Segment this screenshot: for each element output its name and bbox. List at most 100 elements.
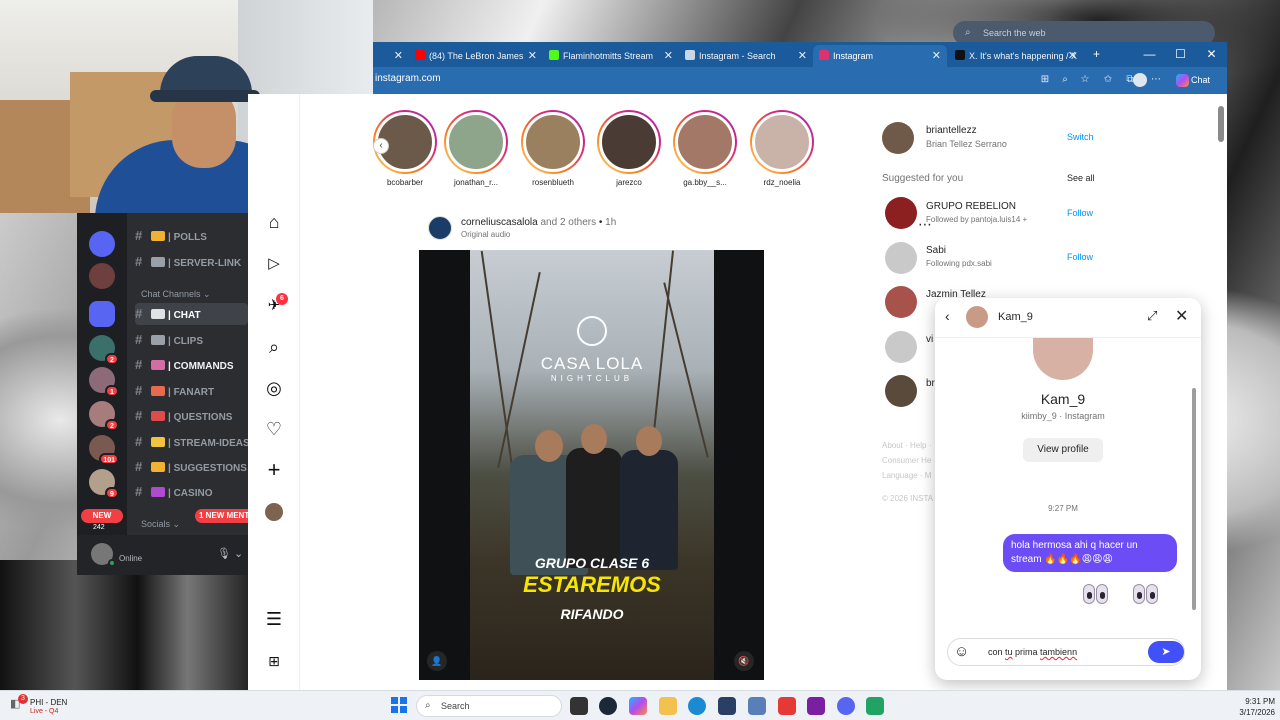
maximize-button[interactable]: ☐ [1165,42,1196,67]
tab-youtube[interactable]: (84) The LeBron James ✕ [409,45,543,67]
close-tab-icon[interactable]: ✕ [528,45,537,67]
explore-icon[interactable]: ◎ [262,376,286,400]
copilot-icon[interactable] [629,697,647,715]
avatar[interactable] [428,216,452,240]
tab-instagram[interactable]: Instagram ✕ [813,45,947,67]
apps-icon[interactable]: ⊞ [262,649,286,673]
file-explorer-icon[interactable] [659,697,677,715]
microphone-icon[interactable]: 🎙 ⌄ [217,547,243,560]
discord-server-icon[interactable] [89,301,115,327]
profile-avatar[interactable] [265,503,283,521]
windows-start-icon[interactable] [391,697,407,713]
suggestion-name[interactable]: Sabi [926,245,946,256]
discord-server-icon[interactable]: 1 [89,367,119,397]
post-username[interactable]: corneliuscasalola and 2 others • 1h [461,217,616,228]
close-window-button[interactable]: ✕ [1196,42,1227,67]
task-view-icon[interactable] [570,697,588,715]
discord-server-icon[interactable]: 2 [89,335,119,365]
footer-line[interactable]: About · Help · [882,438,931,453]
menu-icon[interactable]: ☰ [262,607,286,631]
expand-icon[interactable]: ⤢ [1147,308,1157,324]
dm-scrollbar[interactable] [1191,340,1197,620]
app-available-icon[interactable]: ⊞ [1037,72,1053,88]
channel-chat[interactable]: # | CHAT [135,303,248,325]
minimize-button[interactable]: — [1134,42,1165,67]
sports-widget[interactable]: ◧ 3 PHI - DEN Live - Q4 [10,694,100,719]
eyes-emoji-icon[interactable] [1133,584,1169,612]
discord-server-icon[interactable]: 101 [89,435,119,465]
suggestion-name[interactable]: GRUPO REBELION [926,201,1016,212]
avatar[interactable] [966,306,988,328]
avatar[interactable] [885,286,917,318]
dm-scroll-thumb[interactable] [1192,388,1196,610]
search-icon[interactable]: ⌕ [262,335,286,359]
favorite-star-icon[interactable]: ☆ [1077,72,1093,88]
footer-line[interactable]: Language · M [882,468,931,483]
view-profile-button[interactable]: View profile [1023,438,1103,462]
profile-username[interactable]: briantellezz [926,125,977,136]
tab-instagram-search[interactable]: Instagram - Search ✕ [679,45,813,67]
story-item[interactable]: jarezco [597,110,661,187]
close-icon[interactable]: ✕ [1175,306,1188,326]
tab-kick[interactable]: Flaminhotmitts Stream ✕ [543,45,679,67]
channel-polls[interactable]: # | POLLS [135,225,248,247]
discord-server-icon[interactable]: 2 [89,401,119,431]
edge-icon[interactable] [688,697,706,715]
avatar[interactable] [885,242,917,274]
avatar[interactable] [885,197,917,229]
app-icon[interactable] [866,697,884,715]
user-tag-icon[interactable]: 👤 [427,651,447,671]
clipchamp-icon[interactable] [807,697,825,715]
store-icon[interactable] [718,697,736,715]
home-icon[interactable]: ⌂ [262,210,286,234]
follow-button[interactable]: Follow [1067,252,1093,262]
scroll-thumb[interactable] [1218,106,1224,142]
new-tab-button[interactable]: + [1081,42,1112,67]
channel-casino[interactable]: # | CASINO [135,481,248,503]
mute-icon[interactable]: 🔇 [734,651,754,671]
more-options-icon[interactable]: ⋯ [1148,72,1164,88]
new-mention-pill[interactable]: 1 NEW MENTION [195,509,248,523]
avatar[interactable] [885,375,917,407]
story-item[interactable]: jonathan_r... [444,110,508,187]
avatar[interactable] [885,331,917,363]
system-clock[interactable]: 9:31 PM 3/17/2026 [1225,696,1275,718]
story-item[interactable]: rosenblueth [521,110,585,187]
reels-icon[interactable]: ▷ [262,252,286,276]
close-tab-icon[interactable]: ✕ [394,45,403,67]
steam-icon[interactable] [599,697,617,715]
profile-avatar[interactable] [1133,73,1147,87]
heart-icon[interactable]: ♡ [262,417,286,441]
channel-suggestions[interactable]: # | SUGGESTIONS [135,456,248,478]
message-input[interactable]: ☺ con tu prima tambienn ➤ [947,638,1185,666]
channel-fanart[interactable]: # | FANART [135,380,248,402]
story-item[interactable]: ga.bby__s... [673,110,737,187]
close-tab-icon[interactable]: ✕ [664,45,673,67]
channel-clips[interactable]: # | CLIPS [135,329,248,351]
category-chat-channels[interactable]: Chat Channels ⌄ [141,289,211,300]
see-all-link[interactable]: See all [1067,173,1095,183]
app-icon[interactable] [748,697,766,715]
post-video[interactable]: CASA LOLA NIGHTCLUB GRUPO CLASE 6 ESTARE… [419,250,764,680]
url-field[interactable]: instagram.com [375,73,441,84]
post-audio[interactable]: Original audio [461,230,510,239]
tab-generic[interactable]: ✕ [373,45,409,67]
discord-server-icon[interactable] [89,231,115,257]
tab-x[interactable]: X. It's what's happening / X ✕ [949,45,1083,67]
close-tab-icon[interactable]: ✕ [798,45,807,67]
suggestion-name[interactable]: vi [926,334,933,345]
emoji-icon[interactable]: ☺ [954,643,969,660]
discord-server-icon[interactable]: 9 [89,469,119,499]
page-scrollbar[interactable] [1218,98,1224,690]
close-tab-icon[interactable]: ✕ [1068,45,1077,67]
dm-header-name[interactable]: Kam_9 [998,311,1033,323]
new-unreads-pill[interactable]: NEW [81,509,123,523]
suggestion-name[interactable]: br [926,378,935,389]
channel-questions[interactable]: # | QUESTIONS [135,405,248,427]
discord-server-icon[interactable] [89,263,115,289]
discord-icon[interactable] [837,697,855,715]
follow-button[interactable]: Follow [1067,208,1093,218]
switch-account-link[interactable]: Switch [1067,132,1094,142]
youtube-icon[interactable] [778,697,796,715]
sent-message[interactable]: hola hermosa ahi q hacer un stream 🔥🔥🔥😩😩… [1003,534,1177,572]
